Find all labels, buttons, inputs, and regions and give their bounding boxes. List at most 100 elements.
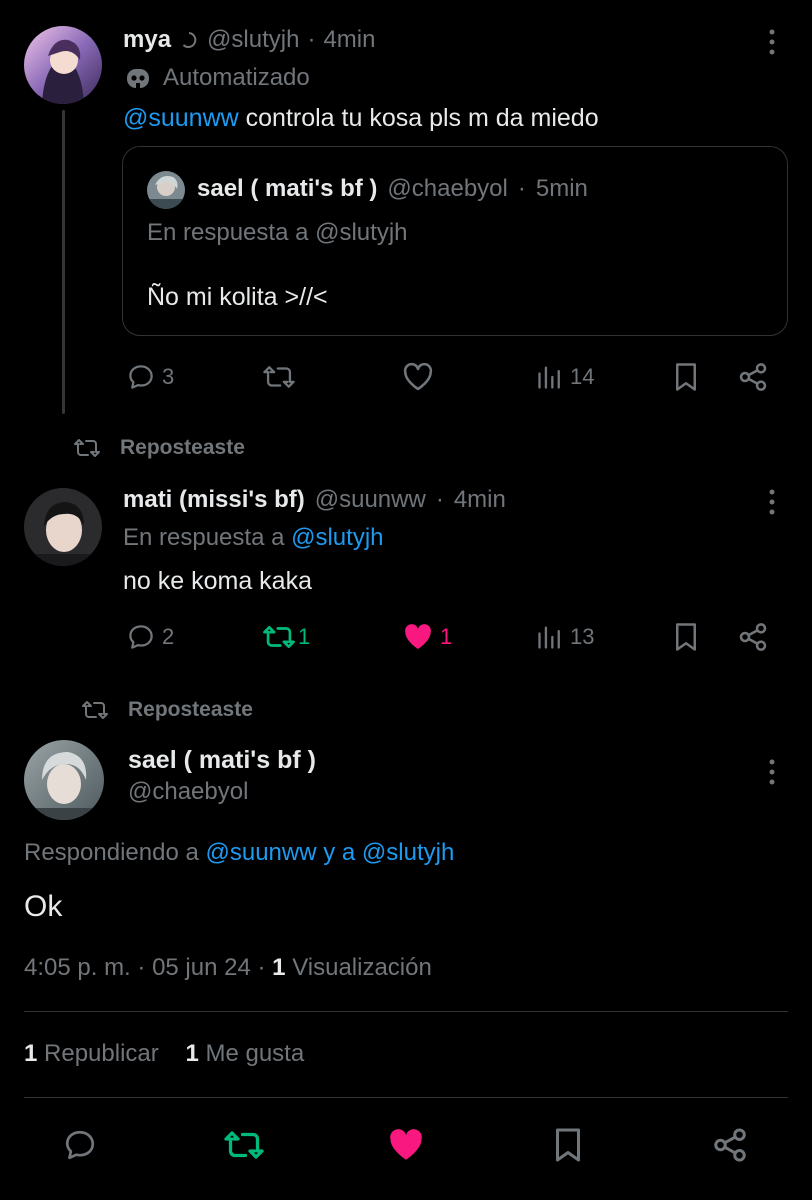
repost-button[interactable] [262,357,296,397]
post-text: no ke koma kaka [123,567,312,595]
reposts-stat[interactable]: 1 Republicar [24,1040,159,1067]
divider [24,1011,788,1012]
repost-label: Reposteaste [128,698,253,721]
post-time[interactable]: 4min [323,26,375,54]
likes-label: Me gusta [205,1040,305,1067]
repost-indicator: Reposteaste [80,694,253,726]
post-header: mati (missi's bf) @suunww · 4min [123,484,506,516]
reply-count: 3 [162,364,175,389]
automated-label: Automatizado [163,64,310,91]
repost-button[interactable] [222,1125,266,1165]
bookmark-button[interactable] [673,617,699,657]
more-icon[interactable] [757,22,787,62]
share-icon [739,363,767,391]
share-icon [714,1128,746,1162]
reply-icon [65,1130,95,1160]
reply-button[interactable]: 3 [126,357,174,397]
repost-indicator: Reposteaste [72,432,245,464]
author-handle[interactable]: @slutyjh [207,26,299,54]
like-button[interactable] [386,1125,426,1165]
mention-link[interactable]: @slutyjh [291,524,383,551]
like-icon [390,1129,422,1160]
more-icon[interactable] [757,752,787,792]
views-label: Visualización [292,954,432,981]
like-count: 1 [440,624,453,649]
post-meta: 4:05 p. m. · 05 jun 24 · 1 Visualización [24,954,432,981]
reposts-count: 1 [24,1040,38,1067]
like-icon [405,624,431,649]
avatar-sael[interactable] [24,740,104,820]
views-button[interactable]: 13 [536,617,594,657]
reply-prefix: Respondiendo a [24,839,206,866]
reply-icon [129,365,153,389]
reply-icon [129,625,153,649]
time-separator: · [435,486,444,513]
views-count: 14 [570,364,595,389]
repost-icon [82,701,108,719]
bookmark-icon [556,1128,580,1162]
thread-line [62,110,65,414]
quoted-post[interactable]: sael ( mati's bf ) @chaebyol · 5min En r… [122,146,788,336]
like-button[interactable] [402,357,434,397]
robot-icon [123,63,153,93]
post-time[interactable]: 4min [454,486,506,514]
post-header: mya @slutyjh · 4min [123,24,375,56]
share-button[interactable] [737,617,769,657]
author-name[interactable]: sael ( mati's bf ) [128,746,316,775]
repost-icon [224,1131,264,1159]
likes-stat[interactable]: 1 Me gusta [185,1040,304,1067]
quote-author-name: sael ( mati's bf ) [197,175,378,202]
mention-link[interactable]: @suunww [123,104,239,132]
post-time[interactable]: 4:05 p. m. [24,954,131,981]
post-text: @suunww controla tu kosa pls m da miedo [123,102,599,134]
repost-count: 1 [298,624,311,649]
repost-icon [263,625,295,649]
share-button[interactable] [737,357,769,397]
quote-time: 5min [535,175,588,202]
mention-link[interactable]: @suunww [205,839,316,866]
quote-reply-context: En respuesta a @slutyjh [147,219,408,246]
reply-context: Respondiendo a @suunww y a @slutyjh [24,839,454,867]
reply-joiner: y a [316,839,362,866]
bookmark-button[interactable] [673,357,699,397]
avatar-sael-small [147,171,185,209]
author-name[interactable]: mya [123,26,171,54]
post-text: Ok [24,890,63,923]
quote-header: sael ( mati's bf ) @chaebyol · 5min [197,173,588,205]
verified-swirl-icon [179,30,199,50]
share-icon [739,623,767,651]
repost-icon [74,439,100,457]
reply-prefix: En respuesta a [123,524,292,551]
automated-badge: Automatizado [123,62,310,94]
divider [24,1097,788,1098]
reply-button[interactable] [62,1125,98,1165]
quote-text: Ño mi kolita >//< [147,283,328,311]
views-button[interactable]: 14 [536,357,594,397]
author-handle[interactable]: @chaebyol [128,778,248,806]
repost-button[interactable]: 1 [262,617,310,657]
like-button[interactable]: 1 [402,617,452,657]
bookmark-icon [676,363,696,391]
avatar-mati[interactable] [24,488,102,566]
views-icon [538,626,560,649]
reply-context: En respuesta a @slutyjh [123,524,384,552]
more-icon[interactable] [757,482,787,522]
author-handle[interactable]: @suunww [315,486,426,514]
reply-count: 2 [162,624,175,649]
post-body: controla tu kosa pls m da miedo [238,104,599,132]
views-count: 13 [570,624,595,649]
reply-button[interactable]: 2 [126,617,174,657]
post-date[interactable]: 05 jun 24 [152,954,251,981]
avatar-mya[interactable] [24,26,102,104]
time-separator: · [517,175,526,202]
bookmark-icon [676,623,696,651]
bookmark-button[interactable] [552,1125,584,1165]
share-button[interactable] [711,1125,749,1165]
repost-label: Reposteaste [120,436,245,459]
mention-link[interactable]: @slutyjh [362,839,454,866]
quote-author-handle: @chaebyol [387,175,508,202]
views-icon [538,366,560,389]
author-name[interactable]: mati (missi's bf) [123,486,305,514]
reposts-label: Republicar [44,1040,159,1067]
views-count: 1 [272,954,286,981]
